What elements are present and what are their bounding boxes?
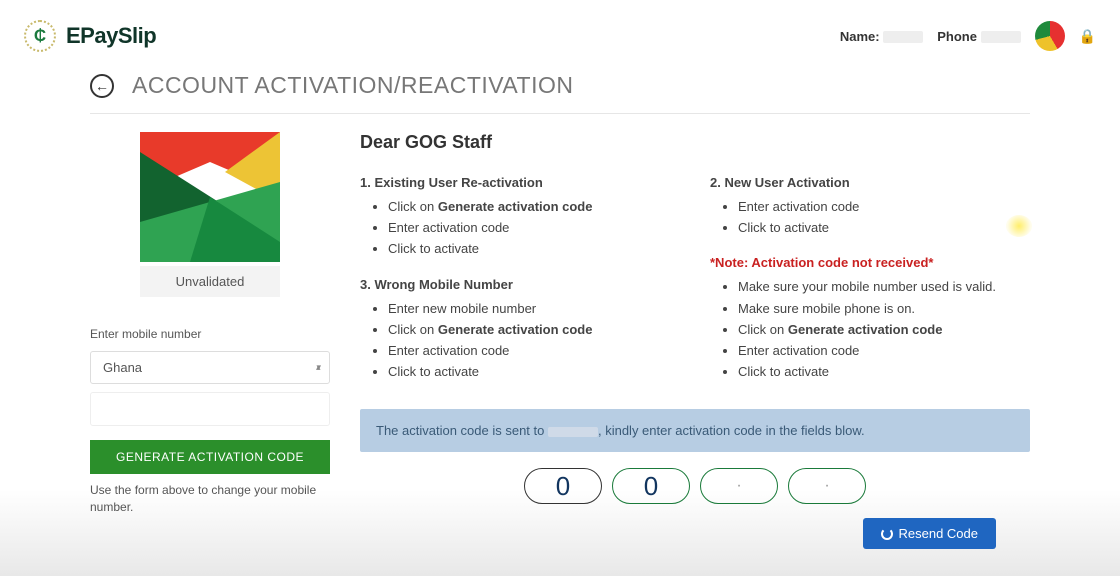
list-item: Make sure mobile phone is on. bbox=[738, 300, 1030, 318]
list-item: Click on Generate activation code bbox=[738, 321, 1030, 339]
list-item: Make sure your mobile number used is val… bbox=[738, 278, 1030, 296]
lock-icon[interactable]: 🔒 bbox=[1079, 28, 1096, 45]
code-cell-1[interactable]: 0 bbox=[524, 468, 602, 504]
list-item: Enter activation code bbox=[388, 342, 680, 360]
country-selected-value: Ghana bbox=[103, 360, 142, 375]
list-item: Click on Generate activation code bbox=[388, 321, 680, 339]
helper-text: Use the form above to change your mobile… bbox=[90, 482, 330, 516]
phone-label: Phone bbox=[937, 29, 977, 44]
mobile-label: Enter mobile number bbox=[90, 327, 330, 341]
ghana-flag-pie-icon bbox=[1035, 21, 1065, 51]
back-icon[interactable]: ← bbox=[90, 74, 114, 98]
mobile-number-input[interactable] bbox=[90, 392, 330, 426]
brand-logo-icon: ₵ bbox=[24, 20, 56, 52]
code-cell-4[interactable]: · bbox=[788, 468, 866, 504]
select-updown-icon: ▴▾ bbox=[316, 362, 317, 373]
brand: ₵ EPaySlip bbox=[24, 20, 156, 52]
validation-status: Unvalidated bbox=[140, 266, 280, 297]
code-cell-2[interactable]: 0 bbox=[612, 468, 690, 504]
code-cell-3[interactable]: · bbox=[700, 468, 778, 504]
list-item: Click to activate bbox=[388, 363, 680, 381]
country-select[interactable]: Ghana ▴▾ bbox=[90, 351, 330, 384]
sent-to-redacted bbox=[548, 427, 598, 437]
greeting-heading: Dear GOG Staff bbox=[360, 132, 1030, 153]
list-item: Click to activate bbox=[388, 240, 680, 258]
resend-code-button[interactable]: Resend Code bbox=[863, 518, 997, 549]
header-user-info: Name: Phone 🔒 bbox=[840, 21, 1096, 51]
generate-activation-code-button[interactable]: GENERATE ACTIVATION CODE bbox=[90, 440, 330, 474]
refresh-icon bbox=[881, 528, 893, 540]
activation-info-banner: The activation code is sent to , kindly … bbox=[360, 409, 1030, 452]
section2-title: 2. New User Activation bbox=[710, 175, 1030, 190]
activation-code-inputs: 0 0 · · bbox=[360, 468, 1030, 504]
note-title: *Note: Activation code not received* bbox=[710, 255, 1030, 270]
page-title: ACCOUNT ACTIVATION/REACTIVATION bbox=[132, 72, 573, 99]
list-item: Enter activation code bbox=[388, 219, 680, 237]
name-label: Name: bbox=[840, 29, 880, 44]
resend-label: Resend Code bbox=[899, 526, 979, 541]
list-item: Click on Generate activation code bbox=[388, 198, 680, 216]
list-item: Click to activate bbox=[738, 363, 1030, 381]
section1-title: 1. Existing User Re-activation bbox=[360, 175, 680, 190]
section3-title: 3. Wrong Mobile Number bbox=[360, 277, 680, 292]
list-item: Enter new mobile number bbox=[388, 300, 680, 318]
brand-name: EPaySlip bbox=[66, 23, 156, 49]
status-graphic bbox=[140, 132, 280, 262]
phone-value-redacted bbox=[981, 31, 1021, 43]
list-item: Enter activation code bbox=[738, 198, 1030, 216]
name-value-redacted bbox=[883, 31, 923, 43]
list-item highlight-cursor: Click to activate bbox=[738, 219, 1030, 237]
list-item: Enter activation code bbox=[738, 342, 1030, 360]
